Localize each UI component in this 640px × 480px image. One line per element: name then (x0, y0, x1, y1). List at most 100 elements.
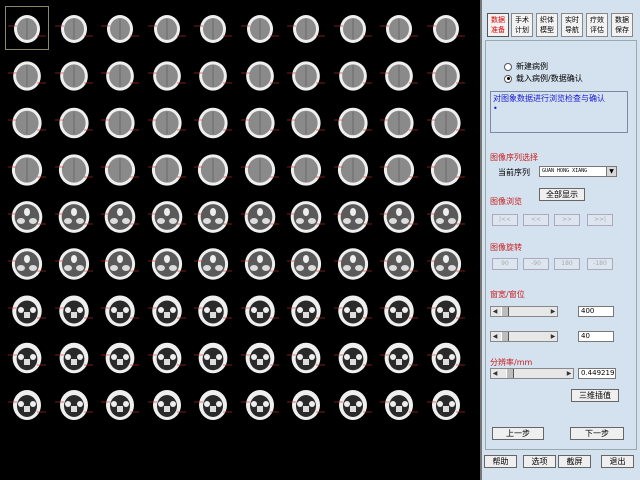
bottom-button[interactable]: 帮助 (484, 455, 517, 468)
ct-slice-thumbnail[interactable] (191, 6, 235, 50)
ct-slice-thumbnail[interactable] (191, 288, 235, 332)
ct-slice-thumbnail[interactable] (284, 53, 328, 97)
slider-left-arrow-icon[interactable]: ◀ (491, 369, 499, 378)
ct-slice-thumbnail[interactable] (145, 100, 189, 144)
ct-slice-thumbnail[interactable] (98, 335, 142, 379)
ct-slice-thumbnail[interactable] (331, 100, 375, 144)
ct-slice-thumbnail[interactable] (424, 241, 468, 285)
ct-slice-thumbnail[interactable] (331, 147, 375, 191)
ct-slice-grid[interactable] (0, 0, 480, 480)
ct-slice-thumbnail[interactable] (284, 147, 328, 191)
ct-slice-thumbnail[interactable] (52, 335, 96, 379)
ct-slice-thumbnail[interactable] (424, 288, 468, 332)
ct-slice-thumbnail[interactable] (284, 6, 328, 50)
ct-slice-thumbnail[interactable] (98, 241, 142, 285)
prev-step-button[interactable]: 上一步 (492, 427, 544, 440)
ct-slice-thumbnail[interactable] (238, 288, 282, 332)
rotate-button[interactable]: 90 (492, 258, 518, 270)
browse-button[interactable]: |<< (492, 214, 518, 226)
slider-left-arrow-icon[interactable]: ◀ (491, 332, 499, 341)
slider-right-arrow-icon[interactable]: ▶ (565, 369, 573, 378)
ct-slice-thumbnail[interactable] (284, 335, 328, 379)
rotate-button[interactable]: -90 (523, 258, 549, 270)
series-dropdown-arrow-icon[interactable]: ▼ (606, 166, 617, 177)
ct-slice-thumbnail[interactable] (191, 147, 235, 191)
ct-slice-thumbnail[interactable] (145, 382, 189, 426)
ct-slice-thumbnail[interactable] (284, 288, 328, 332)
ct-slice-thumbnail[interactable] (238, 241, 282, 285)
ct-slice-thumbnail[interactable] (377, 6, 421, 50)
ct-slice-thumbnail[interactable] (191, 100, 235, 144)
ct-slice-thumbnail[interactable] (98, 100, 142, 144)
slider-thumb[interactable] (506, 369, 514, 378)
ct-slice-thumbnail[interactable] (424, 147, 468, 191)
ct-slice-thumbnail[interactable] (5, 100, 49, 144)
ct-slice-thumbnail[interactable] (98, 288, 142, 332)
ct-slice-thumbnail[interactable] (145, 241, 189, 285)
ct-slice-thumbnail[interactable] (377, 382, 421, 426)
3d-interpolation-button[interactable]: 三维插值 (571, 389, 619, 402)
ct-slice-thumbnail[interactable] (331, 288, 375, 332)
ct-slice-thumbnail[interactable] (238, 335, 282, 379)
slider-left-arrow-icon[interactable]: ◀ (491, 307, 499, 316)
ct-slice-thumbnail[interactable] (377, 288, 421, 332)
ct-slice-thumbnail[interactable] (145, 6, 189, 50)
ct-slice-thumbnail[interactable] (424, 100, 468, 144)
ct-slice-thumbnail[interactable] (52, 288, 96, 332)
radio-new-case-dot[interactable] (504, 62, 512, 71)
ct-slice-thumbnail[interactable] (377, 53, 421, 97)
ct-slice-thumbnail[interactable] (98, 147, 142, 191)
ct-slice-thumbnail[interactable] (52, 241, 96, 285)
ct-slice-thumbnail[interactable] (52, 53, 96, 97)
rotate-button[interactable]: -180 (587, 258, 613, 270)
ct-slice-thumbnail[interactable] (331, 382, 375, 426)
resolution-slider[interactable]: ◀ ▶ (490, 368, 574, 379)
ct-slice-thumbnail[interactable] (52, 100, 96, 144)
module-tab[interactable]: 手术 计划 (511, 13, 533, 37)
slider-right-arrow-icon[interactable]: ▶ (549, 307, 557, 316)
ct-slice-thumbnail[interactable] (52, 382, 96, 426)
ct-slice-thumbnail[interactable] (377, 241, 421, 285)
resolution-field[interactable]: 0.449219 (578, 368, 616, 379)
ct-slice-thumbnail[interactable] (238, 53, 282, 97)
window-width-field[interactable]: 400 (578, 306, 614, 317)
window-width-slider[interactable]: ◀ ▶ (490, 306, 558, 317)
ct-slice-thumbnail[interactable] (52, 6, 96, 50)
ct-slice-thumbnail[interactable] (145, 288, 189, 332)
bottom-button[interactable]: 选项 (523, 455, 556, 468)
ct-slice-thumbnail[interactable] (52, 147, 96, 191)
module-tab[interactable]: 织体 模型 (536, 13, 558, 37)
ct-slice-thumbnail[interactable] (284, 382, 328, 426)
module-tab[interactable]: 实时 导航 (561, 13, 583, 37)
ct-slice-thumbnail[interactable] (191, 382, 235, 426)
radio-load-case-dot[interactable] (504, 74, 512, 83)
ct-slice-thumbnail[interactable] (145, 147, 189, 191)
ct-slice-thumbnail[interactable] (98, 53, 142, 97)
next-step-button[interactable]: 下一步 (570, 427, 624, 440)
ct-slice-thumbnail[interactable] (191, 335, 235, 379)
radio-new-case[interactable]: 新建病例 (504, 61, 548, 72)
bottom-button[interactable]: 退出 (601, 455, 634, 468)
ct-slice-thumbnail[interactable] (238, 147, 282, 191)
module-tab[interactable]: 疗效 评估 (586, 13, 608, 37)
ct-slice-thumbnail[interactable] (331, 194, 375, 238)
ct-slice-thumbnail[interactable] (98, 382, 142, 426)
ct-slice-thumbnail[interactable] (284, 100, 328, 144)
ct-slice-thumbnail[interactable] (238, 6, 282, 50)
ct-slice-thumbnail[interactable] (424, 335, 468, 379)
ct-slice-thumbnail[interactable] (5, 194, 49, 238)
ct-slice-thumbnail[interactable] (98, 194, 142, 238)
ct-slice-thumbnail[interactable] (5, 288, 49, 332)
ct-slice-thumbnail[interactable] (284, 241, 328, 285)
ct-slice-thumbnail[interactable] (191, 241, 235, 285)
ct-slice-thumbnail[interactable] (5, 53, 49, 97)
ct-slice-thumbnail[interactable] (238, 194, 282, 238)
module-tab[interactable]: 数据 准备 (487, 13, 509, 37)
radio-load-case[interactable]: 载入病例/数据确认 (504, 73, 583, 84)
ct-slice-thumbnail[interactable] (284, 194, 328, 238)
ct-slice-thumbnail[interactable] (191, 194, 235, 238)
ct-slice-thumbnail[interactable] (424, 53, 468, 97)
ct-slice-thumbnail[interactable] (331, 335, 375, 379)
ct-slice-thumbnail[interactable] (5, 6, 49, 50)
show-all-button[interactable]: 全部显示 (539, 188, 585, 201)
